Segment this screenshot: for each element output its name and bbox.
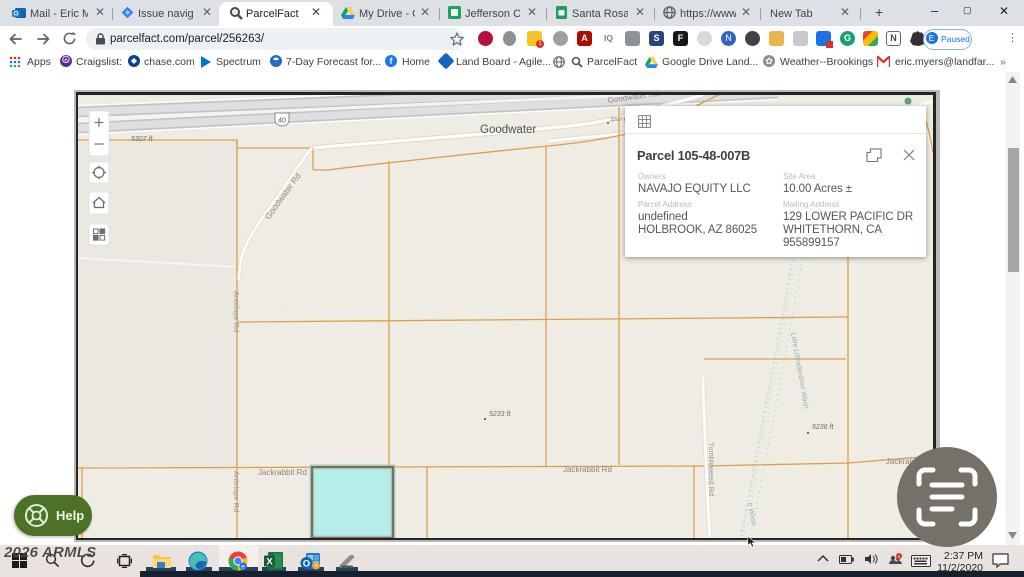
svg-text:O: O (303, 559, 310, 570)
svg-text:5233 ft: 5233 ft (489, 411, 511, 418)
svg-text:Jackrabbit Rd: Jackrabbit Rd (563, 465, 612, 474)
svg-text:X: X (266, 557, 273, 568)
svg-text:Goodwater: Goodwater (480, 124, 536, 136)
svg-text:e: e (241, 564, 245, 571)
svg-text:40: 40 (278, 118, 286, 125)
svg-text:Tumbleweed Rd: Tumbleweed Rd (707, 442, 716, 496)
svg-text:5307 ft: 5307 ft (131, 136, 153, 143)
svg-text:Antelope Rd: Antelope Rd (232, 291, 241, 332)
svg-text:5236 ft: 5236 ft (812, 424, 834, 431)
svg-text:Jackrabbit Rd: Jackrabbit Rd (258, 468, 307, 477)
svg-text:Antelope Rd: Antelope Rd (232, 471, 241, 512)
svg-text:O: O (13, 11, 18, 18)
